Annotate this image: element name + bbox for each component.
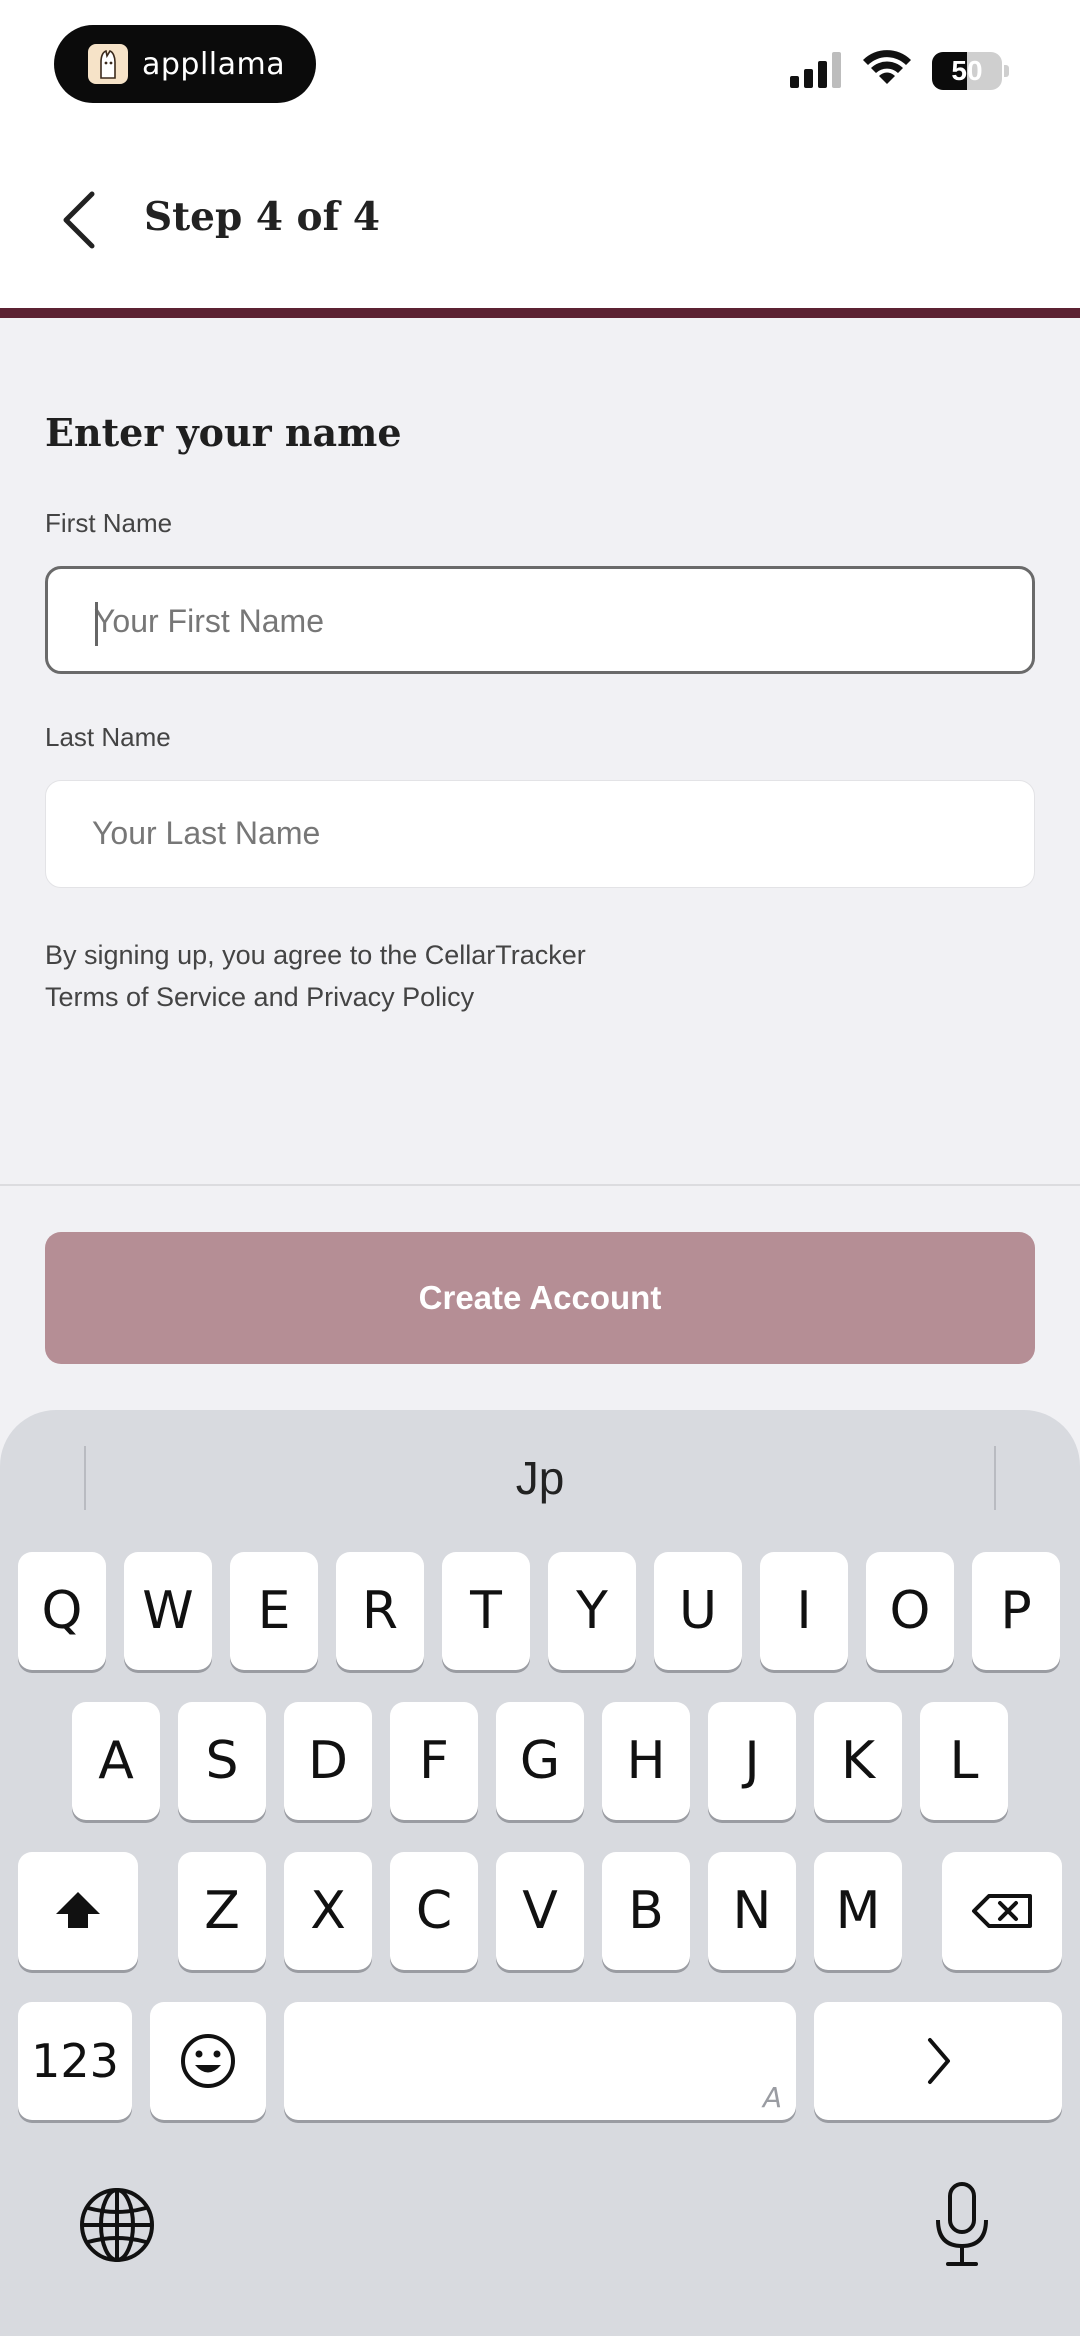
last-name-label: Last Name — [45, 722, 171, 752]
key-b[interactable]: B — [602, 1852, 690, 1970]
cellular-signal-icon — [790, 52, 841, 88]
progress-bar — [0, 308, 1080, 318]
key-g[interactable]: G — [496, 1702, 584, 1820]
key-v[interactable]: V — [496, 1852, 584, 1970]
battery-icon: 50 — [932, 52, 1009, 90]
key-o[interactable]: O — [866, 1552, 954, 1670]
last-name-field[interactable]: Your Last Name — [45, 780, 1035, 888]
shift-key[interactable] — [18, 1852, 138, 1970]
key-k[interactable]: K — [814, 1702, 902, 1820]
chevron-right-icon — [928, 2038, 950, 2084]
key-w[interactable]: W — [124, 1552, 212, 1670]
first-name-label: First Name — [45, 508, 173, 538]
key-y[interactable]: Y — [548, 1552, 636, 1670]
key-a[interactable]: A — [72, 1702, 160, 1820]
chevron-left-icon[interactable] — [56, 188, 106, 252]
delete-backward-icon — [972, 1894, 1032, 1928]
status-bar: appllama 50 — [0, 0, 1080, 130]
app-badge-label: appllama — [142, 46, 286, 82]
terms-line-1: By signing up, you agree to the CellarTr… — [45, 940, 586, 970]
key-q[interactable]: Q — [18, 1552, 106, 1670]
llama-logo-icon — [88, 44, 128, 84]
key-u[interactable]: U — [654, 1552, 742, 1670]
key-h[interactable]: H — [602, 1702, 690, 1820]
backspace-key[interactable] — [942, 1852, 1062, 1970]
key-d[interactable]: D — [284, 1702, 372, 1820]
terms-privacy-link[interactable]: Terms of Service and Privacy Policy — [45, 976, 945, 1018]
key-n[interactable]: N — [708, 1852, 796, 1970]
numbers-key[interactable]: 123 — [18, 2002, 132, 2120]
key-c[interactable]: C — [390, 1852, 478, 1970]
emoji-key[interactable] — [150, 2002, 266, 2120]
emoji-face-icon — [181, 2034, 235, 2088]
key-z[interactable]: Z — [178, 1852, 266, 1970]
suggestion-divider — [994, 1446, 996, 1510]
key-j[interactable]: J — [708, 1702, 796, 1820]
microphone-icon[interactable] — [930, 2180, 994, 2270]
text-caret — [95, 602, 98, 646]
first-name-placeholder: Your First Name — [94, 603, 324, 639]
key-x[interactable]: X — [284, 1852, 372, 1970]
divider — [0, 1184, 1080, 1186]
wifi-icon — [863, 50, 911, 84]
shift-arrow-icon — [56, 1892, 100, 1928]
next-key[interactable] — [814, 2002, 1062, 2120]
key-e[interactable]: E — [230, 1552, 318, 1670]
space-bar[interactable]: A — [284, 2002, 796, 2120]
nav-bar: Step 4 of 4 — [0, 130, 1080, 308]
last-name-placeholder: Your Last Name — [92, 815, 321, 851]
appllama-badge: appllama — [54, 25, 316, 103]
key-f[interactable]: F — [390, 1702, 478, 1820]
suggestion-word[interactable]: Jp — [0, 1446, 1080, 1510]
form-heading: Enter your name — [45, 410, 402, 455]
key-t[interactable]: T — [442, 1552, 530, 1670]
first-name-field[interactable]: Your First Name — [45, 566, 1035, 674]
create-account-button[interactable]: Create Account — [45, 1232, 1035, 1364]
space-hint: A — [762, 2081, 782, 2114]
globe-icon[interactable] — [78, 2186, 156, 2264]
key-r[interactable]: R — [336, 1552, 424, 1670]
terms-text: By signing up, you agree to the CellarTr… — [45, 934, 945, 1018]
key-s[interactable]: S — [178, 1702, 266, 1820]
battery-level: 50 — [951, 55, 983, 86]
key-l[interactable]: L — [920, 1702, 1008, 1820]
key-i[interactable]: I — [760, 1552, 848, 1670]
key-m[interactable]: M — [814, 1852, 902, 1970]
page-title: Step 4 of 4 — [144, 194, 381, 240]
keyboard: Jp QWERTYUIOP ASDFGHJKL ZXCVBNM 123 A — [0, 1410, 1080, 2336]
key-p[interactable]: P — [972, 1552, 1060, 1670]
